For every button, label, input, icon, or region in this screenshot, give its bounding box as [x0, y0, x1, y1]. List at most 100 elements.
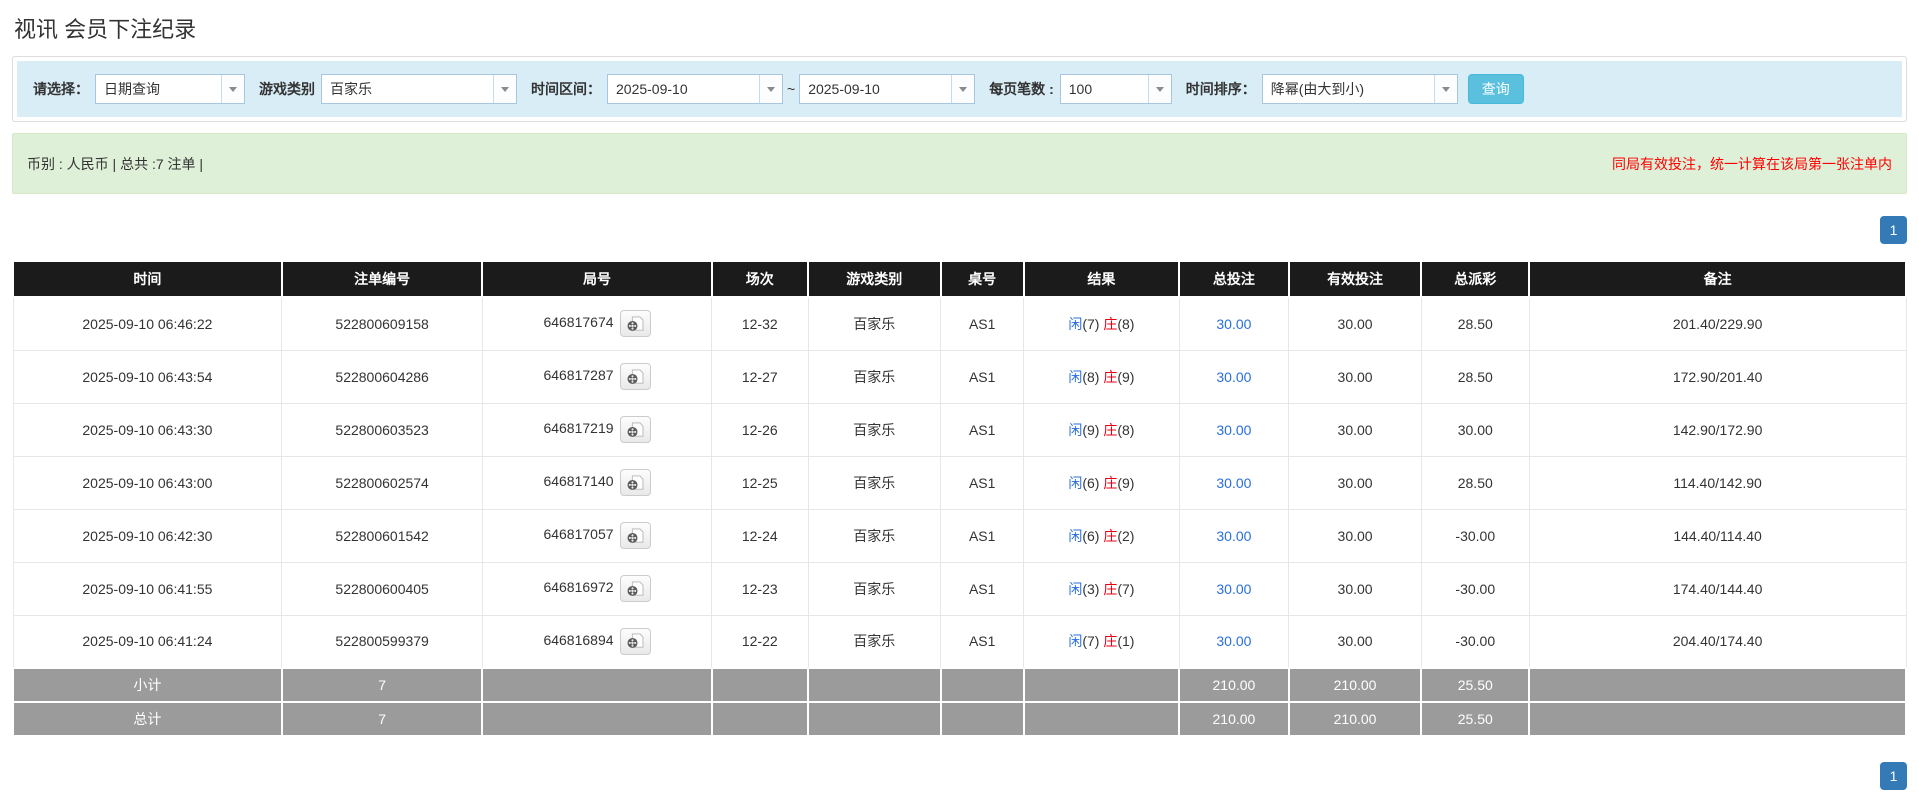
video-replay-button[interactable] [619, 575, 651, 602]
video-replay-button[interactable] [619, 416, 651, 443]
cell-round-id: 646816972 [481, 561, 713, 616]
chevron-down-icon[interactable] [221, 75, 244, 103]
time-sort-select[interactable]: 降幂(由大到小) [1261, 74, 1458, 104]
cell-remark: 144.40/114.40 [1528, 508, 1907, 563]
cell-game-type: 百家乐 [807, 455, 942, 510]
film-icon [627, 368, 644, 384]
total-bet-link[interactable]: 30.00 [1216, 633, 1251, 649]
result-banker-score: (8) [1117, 421, 1135, 438]
chevron-down-icon[interactable] [951, 75, 975, 103]
cell-payout: 28.50 [1420, 349, 1530, 404]
col-header-valid-bet: 有效投注 [1287, 260, 1423, 298]
cell-valid-bet: 210.00 [1287, 667, 1423, 703]
cell-time: 2025-09-10 06:43:54 [12, 349, 283, 404]
cell-table-no: AS1 [940, 349, 1025, 404]
page-button-1[interactable]: 1 [1880, 216, 1907, 244]
game-type-select[interactable]: 百家乐 [321, 74, 517, 104]
chevron-down-icon[interactable] [493, 75, 516, 103]
cell-empty [1022, 701, 1181, 737]
round-id-text: 646816894 [543, 631, 614, 648]
search-button[interactable]: 查询 [1467, 74, 1524, 104]
cell-round-id: 646817674 [481, 296, 713, 351]
table-row: 2025-09-10 06:42:30 522800601542 646817057… [12, 508, 1907, 563]
table-header-row: 时间 注单编号 局号 场次 游戏类别 桌号 结果 总投注 有效投注 总派彩 备注 [12, 260, 1907, 298]
total-bet-link[interactable]: 30.00 [1216, 422, 1251, 438]
cell-payout: 25.50 [1420, 667, 1531, 703]
date-to-select[interactable]: 2025-09-10 [799, 74, 976, 104]
page-size-value: 100 [1068, 81, 1093, 97]
col-header-total-bet: 总投注 [1178, 260, 1290, 298]
cell-table-no: AS1 [940, 296, 1025, 351]
cell-valid-bet: 30.00 [1288, 349, 1422, 404]
result-player-score: (6) [1082, 527, 1104, 544]
cell-payout: -30.00 [1420, 614, 1530, 669]
round-id-text: 646817674 [543, 314, 614, 331]
round-id-text: 646817140 [543, 473, 614, 490]
result-banker-label: 庄 [1103, 527, 1118, 544]
result-player-label: 闲 [1068, 474, 1083, 491]
total-bet-link[interactable]: 30.00 [1216, 581, 1251, 597]
query-type-select[interactable]: 日期查询 [95, 74, 245, 104]
film-icon [627, 474, 644, 490]
cell-total-bet: 30.00 [1178, 455, 1290, 510]
result-banker-score: (8) [1117, 315, 1135, 332]
cell-bet-id: 522800602574 [281, 455, 483, 510]
cell-time: 2025-09-10 06:46:22 [12, 296, 283, 351]
result-player-label: 闲 [1068, 580, 1083, 597]
cell-valid-bet: 30.00 [1288, 508, 1422, 563]
result-banker-label: 庄 [1103, 315, 1118, 332]
result-banker-score: (7) [1117, 580, 1135, 597]
video-replay-button[interactable] [619, 522, 651, 549]
video-replay-button[interactable] [619, 627, 651, 655]
page-size-label: 每页笔数 : [989, 81, 1054, 97]
page-button-1[interactable]: 1 [1880, 762, 1907, 790]
date-from-select[interactable]: 2025-09-10 [607, 74, 783, 104]
col-header-game-type: 游戏类别 [807, 260, 942, 298]
currency-total-summary: 币别 : 人民币 | 总共 :7 注单 | [27, 155, 204, 172]
table-row: 2025-09-10 06:46:22 522800609158 646817674… [12, 296, 1907, 351]
round-id-text: 646817219 [543, 420, 614, 437]
cell-game-type: 百家乐 [807, 508, 942, 563]
total-bet-link[interactable]: 30.00 [1216, 369, 1251, 385]
filter-panel: 请选择： 日期查询 游戏类别 百家乐 时间区间： 2025-09-10 ~ 20… [12, 56, 1907, 122]
cell-empty [939, 701, 1025, 737]
cell-payout: 25.50 [1420, 701, 1531, 737]
query-type-label: 请选择： [33, 81, 89, 97]
cell-valid-bet: 30.00 [1288, 455, 1422, 510]
chevron-down-icon[interactable] [759, 75, 782, 103]
video-replay-button[interactable] [619, 469, 651, 496]
col-header-session: 场次 [710, 260, 810, 298]
cell-empty [1022, 667, 1181, 703]
cell-total-bet: 30.00 [1178, 561, 1290, 616]
col-header-table-no: 桌号 [939, 260, 1025, 298]
page-size-select[interactable]: 100 [1059, 74, 1172, 104]
cell-session: 12-25 [711, 455, 809, 510]
result-banker-label: 庄 [1103, 580, 1118, 597]
cell-remark: 204.40/174.40 [1528, 614, 1907, 669]
cell-result: 闲(8) 庄(9) [1023, 349, 1180, 404]
cell-total-bet: 30.00 [1178, 614, 1290, 669]
cell-empty [939, 667, 1025, 703]
cell-empty [1528, 701, 1907, 737]
cell-round-id: 646817219 [481, 402, 713, 457]
cell-empty [710, 667, 810, 703]
col-header-remark: 备注 [1528, 260, 1907, 298]
chevron-down-icon[interactable] [1433, 75, 1457, 103]
video-replay-button[interactable] [619, 310, 651, 338]
total-bet-link[interactable]: 30.00 [1216, 475, 1251, 491]
result-player-score: (7) [1082, 315, 1104, 332]
chevron-down-icon[interactable] [1147, 75, 1171, 103]
total-bet-link[interactable]: 30.00 [1216, 316, 1251, 332]
cell-game-type: 百家乐 [807, 614, 942, 669]
cell-game-type: 百家乐 [807, 349, 942, 404]
result-player-score: (7) [1082, 633, 1104, 650]
result-banker-label: 庄 [1103, 368, 1118, 385]
video-replay-button[interactable] [619, 363, 651, 390]
cell-session: 12-26 [711, 402, 809, 457]
table-row: 2025-09-10 06:41:55 522800600405 646816972… [12, 561, 1907, 616]
round-id-text: 646816972 [543, 579, 614, 596]
game-type-label: 游戏类别 [259, 81, 315, 97]
total-bet-link[interactable]: 30.00 [1216, 528, 1251, 544]
cell-count: 7 [280, 701, 484, 737]
cell-empty [481, 701, 713, 737]
